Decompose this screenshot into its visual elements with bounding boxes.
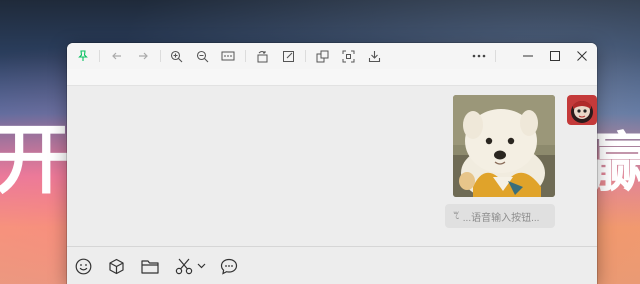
back-arrow-icon[interactable]: [109, 48, 125, 64]
input-toolbar: [67, 247, 597, 284]
pin-icon[interactable]: [75, 48, 91, 64]
desktop-banner-text-right: 赢: [590, 127, 640, 201]
voice-input-label: ...语音输入按钮...: [462, 212, 540, 224]
voice-input-button[interactable]: ꕎ ...语音输入按钮...: [445, 204, 555, 228]
maximize-icon[interactable]: [547, 48, 563, 64]
voice-icon: ꕎ: [453, 210, 460, 222]
scissors-icon[interactable]: [174, 256, 194, 276]
titlebar: [67, 43, 597, 69]
sent-image-message[interactable]: [453, 95, 555, 197]
edit-icon[interactable]: [280, 48, 296, 64]
close-icon[interactable]: [574, 48, 590, 64]
chat-message-area[interactable]: ꕎ ...语音输入按钮...: [67, 86, 597, 246]
subheader-bar: [67, 69, 597, 86]
zoom-out-icon[interactable]: [194, 48, 210, 64]
chevron-down-icon[interactable]: [195, 256, 207, 276]
download-icon[interactable]: [366, 48, 382, 64]
avatar[interactable]: [567, 95, 597, 125]
emoji-icon[interactable]: [73, 256, 93, 276]
screenshot-icon[interactable]: [340, 48, 356, 64]
zoom-in-icon[interactable]: [168, 48, 184, 64]
fit-width-icon[interactable]: [220, 48, 236, 64]
more-icon[interactable]: [471, 48, 487, 64]
forward-arrow-icon[interactable]: [135, 48, 151, 64]
chat-window: ꕎ ...语音输入按钮...: [67, 43, 597, 284]
folder-icon[interactable]: [140, 256, 160, 276]
minimize-icon[interactable]: [520, 48, 536, 64]
package-icon[interactable]: [106, 256, 126, 276]
rotate-icon[interactable]: [254, 48, 270, 64]
extract-icon[interactable]: [314, 48, 330, 64]
chat-bubble-icon[interactable]: [219, 256, 239, 276]
